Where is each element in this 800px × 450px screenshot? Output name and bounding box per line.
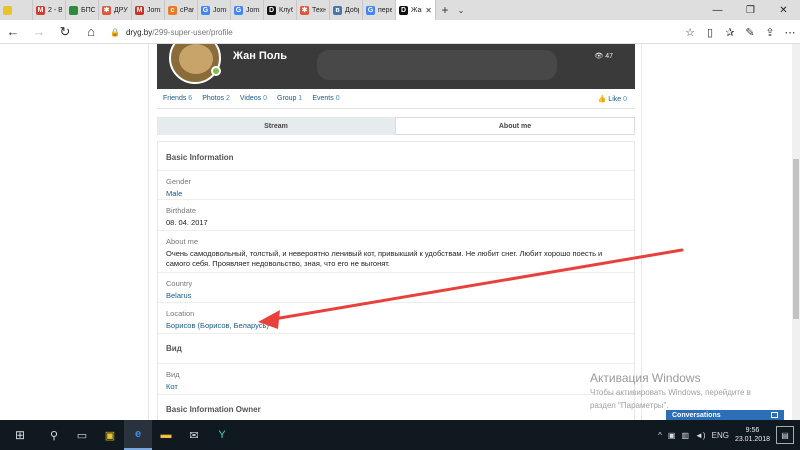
browser-tab-strip: M2 - Вход БПС-Сб ✱ДРУГ - MJomSoci ccPane… — [0, 0, 800, 20]
location-value[interactable]: Борисов (Борисов, Беларусь) — [166, 321, 626, 331]
google-icon: G — [234, 5, 243, 15]
lock-icon: 🔒 — [110, 27, 120, 37]
home-button[interactable]: ⌂ — [78, 20, 104, 44]
profile-tabs: Stream About me — [157, 117, 635, 135]
browser-tab[interactable]: GJomSoci — [198, 0, 231, 20]
browser-tab[interactable]: ✱ДРУГ - — [99, 0, 132, 20]
gender-value[interactable]: Male — [166, 189, 626, 199]
tab-list-chevron-icon[interactable]: ⌄ — [454, 0, 468, 20]
vid-section: Вид — [158, 333, 634, 362]
d-icon: D — [399, 5, 408, 15]
about-card: Basic Information Gender Male Birthdate … — [157, 141, 635, 420]
share-icon[interactable]: ⇪ — [760, 20, 780, 44]
about-me-field: About me Очень самодовольный, толстый, и… — [158, 230, 634, 276]
language-indicator[interactable]: ENG — [712, 431, 729, 440]
conversations-bar[interactable]: Conversations — [666, 410, 784, 420]
thumbs-up-icon: 👍 — [597, 95, 607, 103]
system-tray: ^ ▣ ▥ ◄) ENG 9:56 23.01.2018 ▤ — [658, 426, 800, 444]
location-field: Location Борисов (Борисов, Беларусь) — [158, 302, 634, 332]
profile-name: Жан Поль — [233, 50, 287, 62]
more-icon[interactable]: ⋯ — [780, 20, 800, 44]
joomla-icon: ✱ — [300, 5, 309, 15]
volume-icon[interactable]: ◄) — [695, 431, 706, 440]
owner-section: Basic Information Owner — [158, 394, 634, 420]
vid-field: Вид Кот — [158, 363, 634, 393]
nav-friends[interactable]: Friends 6 — [163, 95, 192, 102]
google-icon: G — [201, 5, 210, 15]
envelope-icon: M — [36, 5, 45, 15]
refresh-button[interactable]: ↻ — [52, 20, 78, 44]
browser-tab[interactable]: вДобро п — [330, 0, 363, 20]
chevron-up-icon[interactable]: ^ — [658, 431, 662, 440]
joomla-icon: ✱ — [102, 5, 111, 15]
gmail-icon: M — [135, 5, 144, 15]
browser-tab[interactable]: БПС-Сб — [66, 0, 99, 20]
like-button[interactable]: 👍 Like 0 — [598, 95, 627, 103]
browser-tab[interactable]: M2 - Вход — [33, 0, 66, 20]
nav-group[interactable]: Group 1 — [277, 95, 302, 102]
browser-tab[interactable]: Gперевод — [363, 0, 396, 20]
profile-container: Жан Поль 👁 47 Friends 6 Photos 2 Videos … — [148, 44, 642, 420]
notification-center-icon[interactable]: ▤ — [776, 426, 794, 444]
favorites-hub-icon[interactable]: ✰ — [720, 20, 740, 44]
gender-field: Gender Male — [158, 170, 634, 198]
address-toolbar: ← → ↻ ⌂ 🔒 dryg.by/299-super-user/profile… — [0, 20, 800, 44]
back-button[interactable]: ← — [0, 20, 26, 44]
network-icon[interactable]: ▥ — [681, 431, 689, 440]
nav-events[interactable]: Events 0 — [312, 95, 339, 102]
app-icon[interactable]: Y — [208, 420, 236, 450]
views-counter: 👁 47 — [594, 53, 613, 60]
address-bar[interactable]: 🔒 dryg.by/299-super-user/profile — [110, 23, 630, 41]
search-icon[interactable]: ⚲ — [40, 420, 68, 450]
cpanel-icon: c — [168, 5, 177, 15]
reading-view-icon[interactable]: ▯ — [700, 20, 720, 44]
eye-icon: 👁 — [594, 53, 606, 60]
browser-tab[interactable]: ccPanel X — [165, 0, 198, 20]
tab-stream[interactable]: Stream — [157, 117, 395, 135]
bank-icon — [69, 5, 78, 15]
minimize-button[interactable]: — — [701, 0, 734, 20]
favorite-star-icon[interactable]: ☆ — [680, 20, 700, 44]
windows-activation-watermark: Активация Windows Чтобы активировать Win… — [590, 371, 751, 410]
browser-tab[interactable]: DКлуб ДР — [264, 0, 297, 20]
page-scrollbar[interactable] — [792, 44, 800, 420]
window-controls: — ❐ ✕ — [701, 0, 800, 20]
browser-tab-active[interactable]: DЖан✕ — [396, 0, 436, 20]
page-viewport: Жан Поль 👁 47 Friends 6 Photos 2 Videos … — [0, 44, 800, 420]
close-window-button[interactable]: ✕ — [767, 0, 800, 20]
nav-photos[interactable]: Photos 2 — [202, 95, 230, 102]
restore-button[interactable]: ❐ — [734, 0, 767, 20]
notes-icon[interactable]: ✎ — [740, 20, 760, 44]
app-tray-icon[interactable]: ▣ — [668, 431, 676, 440]
nav-videos[interactable]: Videos 0 — [240, 95, 267, 102]
windows-taskbar: ⊞ ⚲ ▭ ▣ e ▬ ✉ Y ^ ▣ ▥ ◄) ENG 9:56 23.01.… — [0, 420, 800, 450]
mail-icon[interactable]: ✉ — [180, 420, 208, 450]
country-field: Country Belarus — [158, 272, 634, 302]
d-icon: D — [267, 5, 276, 15]
clock[interactable]: 9:56 23.01.2018 — [735, 426, 770, 444]
browser-tab[interactable]: ✱Техниче — [297, 0, 330, 20]
new-tab-button[interactable]: + — [436, 0, 454, 20]
start-button[interactable]: ⊞ — [0, 420, 40, 450]
forward-button[interactable]: → — [26, 20, 52, 44]
store-icon[interactable]: ▣ — [96, 420, 124, 450]
scrollbar-thumb[interactable] — [793, 159, 799, 319]
browser-tab[interactable]: GJomSoci — [231, 0, 264, 20]
task-view-icon[interactable]: ▭ — [68, 420, 96, 450]
profile-cover: Жан Поль 👁 47 — [157, 44, 635, 89]
online-status-dot — [211, 66, 221, 76]
browser-tab[interactable] — [0, 0, 33, 20]
window-icon — [771, 412, 778, 418]
google-icon: G — [366, 5, 375, 15]
birthdate-field: Birthdate 08. 04. 2017 — [158, 199, 634, 229]
vk-icon: в — [333, 5, 342, 15]
profile-nav: Friends 6 Photos 2 Videos 0 Group 1 Even… — [157, 89, 635, 109]
file-explorer-icon[interactable]: ▬ — [152, 420, 180, 450]
close-tab-icon[interactable]: ✕ — [425, 6, 432, 15]
edge-icon[interactable]: e — [124, 420, 152, 450]
browser-tab[interactable]: MJomSoci — [132, 0, 165, 20]
mail-icon — [3, 5, 12, 15]
tab-about-me[interactable]: About me — [395, 117, 635, 135]
basic-info-heading: Basic Information — [166, 153, 234, 162]
